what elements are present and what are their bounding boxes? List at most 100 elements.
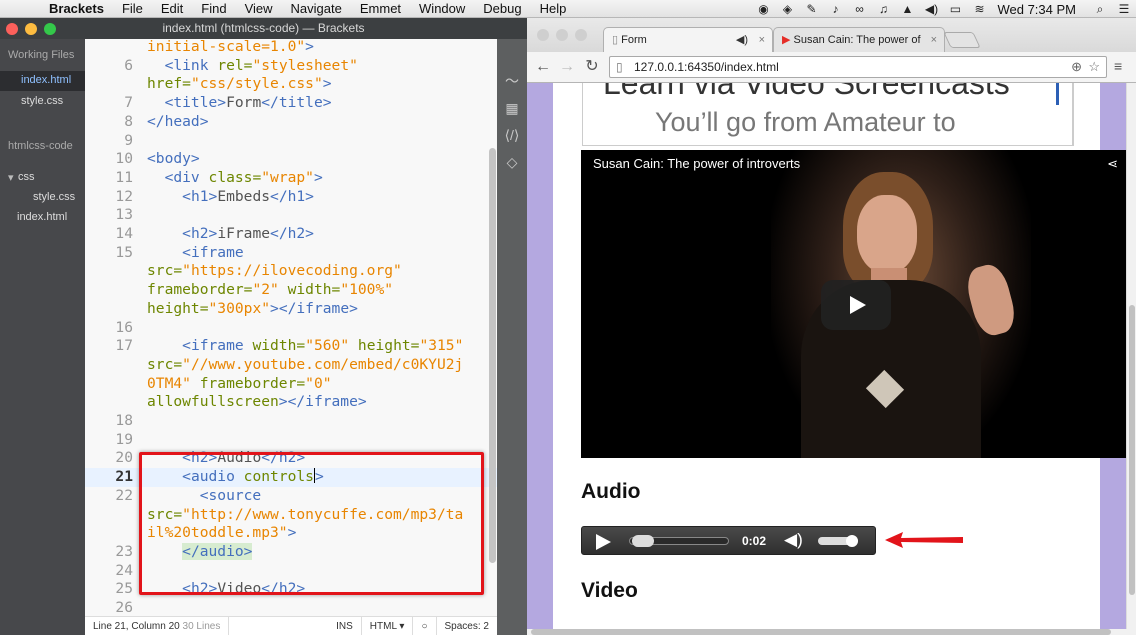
minimize-window-button[interactable] <box>25 23 37 35</box>
bell-icon[interactable]: ♫ <box>871 2 895 16</box>
menu-find[interactable]: Find <box>192 1 235 16</box>
code-line[interactable]: 0TM4" frameborder="0" <box>85 375 497 394</box>
chrome-zoom-button[interactable] <box>575 29 587 41</box>
audio-volume-icon[interactable]: ◀) <box>784 530 803 550</box>
page-horizontal-scrollbar[interactable] <box>527 629 1136 635</box>
drive-icon[interactable]: ▲ <box>895 2 919 16</box>
forward-button[interactable]: → <box>557 57 577 77</box>
menu-edit[interactable]: Edit <box>152 1 192 16</box>
code-line[interactable]: height="300px"></iframe> <box>85 300 497 319</box>
spotlight-search-icon[interactable]: ⌕ <box>1088 2 1112 17</box>
folder-chevron-icon[interactable]: ▾ <box>8 171 14 184</box>
audio-player[interactable]: 0:02 ◀) <box>581 526 876 555</box>
audio-play-icon[interactable] <box>596 534 611 550</box>
code-line[interactable]: 6 <link rel="stylesheet" <box>85 57 497 76</box>
tab-youtube-label: Susan Cain: The power of <box>793 34 921 46</box>
layers-icon[interactable]: ◇ <box>502 152 522 172</box>
evernote-icon[interactable]: ✎ <box>799 2 823 16</box>
tree-file-index-html[interactable]: index.html <box>17 211 67 223</box>
wifi-icon[interactable]: ≋ <box>967 2 991 16</box>
code-line[interactable]: 9 <box>85 132 497 151</box>
menu-emmet[interactable]: Emmet <box>351 1 410 16</box>
volume-icon[interactable]: ◀) <box>919 2 943 16</box>
audio-volume-thumb[interactable] <box>846 535 858 547</box>
battery-icon[interactable]: ▭ <box>943 2 967 16</box>
record-icon[interactable]: ◉ <box>751 2 775 16</box>
extension-manager-icon[interactable]: ▦ <box>502 98 522 118</box>
code-line[interactable]: 7 <title>Form</title> <box>85 94 497 113</box>
reload-button[interactable]: ↻ <box>582 57 602 77</box>
editor-scrollbar[interactable] <box>489 148 496 563</box>
chrome-minimize-button[interactable] <box>556 29 568 41</box>
back-button[interactable]: ← <box>533 57 553 77</box>
address-bar[interactable]: ▯ 127.0.0.1:64350/index.html ⊕ ☆ <box>609 56 1107 78</box>
youtube-embed[interactable]: Susan Cain: The power of introverts ⋖ <box>581 150 1126 458</box>
code-line[interactable]: 8 </head> <box>85 113 497 132</box>
working-file-style-css[interactable]: style.css <box>21 95 63 107</box>
code-line[interactable]: initial-scale=1.0"> <box>85 39 497 57</box>
language-select[interactable]: HTML ▾ <box>362 616 414 635</box>
code-line[interactable]: 15 <iframe <box>85 244 497 263</box>
code-line[interactable]: frameborder="2" width="100%" <box>85 281 497 300</box>
code-icon[interactable]: ⟨/⟩ <box>502 125 522 145</box>
code-text: </head> <box>147 112 209 130</box>
code-line[interactable]: src="//www.youtube.com/embed/c0KYU2j <box>85 356 497 375</box>
menu-help[interactable]: Help <box>531 1 576 16</box>
tab-form[interactable]: ▯ Form ◀) × <box>603 27 773 52</box>
menu-file[interactable]: File <box>113 1 152 16</box>
page-info-icon[interactable]: ▯ <box>616 57 623 77</box>
audio-seek-thumb[interactable] <box>632 535 654 547</box>
code-line[interactable]: src="https://ilovecoding.org" <box>85 262 497 281</box>
live-preview-icon[interactable]: 〜 <box>502 71 522 91</box>
tab-youtube[interactable]: ▶ Susan Cain: The power of × <box>773 27 945 52</box>
creative-cloud-icon[interactable]: ∞ <box>847 2 871 16</box>
menu-view[interactable]: View <box>236 1 282 16</box>
youtube-play-button[interactable] <box>821 280 891 330</box>
code-line[interactable]: allowfullscreen></iframe> <box>85 393 497 412</box>
close-window-button[interactable] <box>6 23 18 35</box>
zoom-window-button[interactable] <box>44 23 56 35</box>
dropbox-icon[interactable]: ◈ <box>775 2 799 16</box>
project-name[interactable]: htmlcss-code <box>8 140 73 152</box>
tree-file-style-css[interactable]: style.css <box>33 191 75 203</box>
insert-mode-toggle[interactable]: INS <box>328 616 362 635</box>
bookmark-star-icon[interactable]: ☆ <box>1088 57 1100 77</box>
code-line[interactable]: 14 <h2>iFrame</h2> <box>85 225 497 244</box>
menu-navigate[interactable]: Navigate <box>282 1 351 16</box>
linter-status-icon[interactable]: ○ <box>413 616 437 635</box>
page-vertical-scrollbar-thumb[interactable] <box>1129 305 1135 595</box>
zoom-icon[interactable]: ⊕ <box>1071 57 1082 77</box>
code-line[interactable]: 19 <box>85 431 497 450</box>
code-line[interactable]: 12 <h1>Embeds</h1> <box>85 188 497 207</box>
folder-css[interactable]: css <box>18 171 35 183</box>
menubar-clock[interactable]: Wed 7:34 PM <box>991 2 1088 17</box>
line-number: 6 <box>124 56 133 74</box>
video-title[interactable]: Susan Cain: The power of introverts <box>593 156 800 171</box>
code-line[interactable]: 13 <box>85 206 497 225</box>
new-tab-button[interactable] <box>943 32 981 48</box>
code-line[interactable]: 11 <div class="wrap"> <box>85 169 497 188</box>
line-number: 12 <box>115 187 133 205</box>
tab-close-icon[interactable]: × <box>759 28 765 52</box>
code-line[interactable]: 18 <box>85 412 497 431</box>
working-file-index-html[interactable]: index.html <box>21 74 71 86</box>
indent-spaces[interactable]: Spaces: 2 <box>437 617 497 635</box>
code-line[interactable]: href="css/style.css"> <box>85 75 497 94</box>
code-line[interactable]: 16 <box>85 319 497 338</box>
notification-center-icon[interactable]: ☰ <box>1112 2 1136 16</box>
code-line[interactable]: 17 <iframe width="560" height="315" <box>85 337 497 356</box>
chrome-close-button[interactable] <box>537 29 549 41</box>
code-line[interactable]: 10 <body> <box>85 150 497 169</box>
code-line[interactable]: 26 <box>85 599 497 616</box>
menu-window[interactable]: Window <box>410 1 474 16</box>
menu-app-name[interactable]: Brackets <box>40 1 113 16</box>
share-icon[interactable]: ⋖ <box>1107 156 1118 172</box>
ilovecoding-iframe[interactable]: Learn via Video Screencasts You’ll go fr… <box>582 83 1073 146</box>
page-vertical-scrollbar[interactable] <box>1126 83 1136 629</box>
chrome-menu-icon[interactable]: ≡ <box>1114 58 1128 74</box>
tab-close-icon[interactable]: × <box>927 28 937 52</box>
notification-bell-icon[interactable]: ♪ <box>823 2 847 16</box>
brackets-title: index.html (htmlcss-code) — Brackets <box>162 21 365 35</box>
menu-debug[interactable]: Debug <box>474 1 530 16</box>
page-horizontal-scrollbar-thumb[interactable] <box>531 629 1111 635</box>
